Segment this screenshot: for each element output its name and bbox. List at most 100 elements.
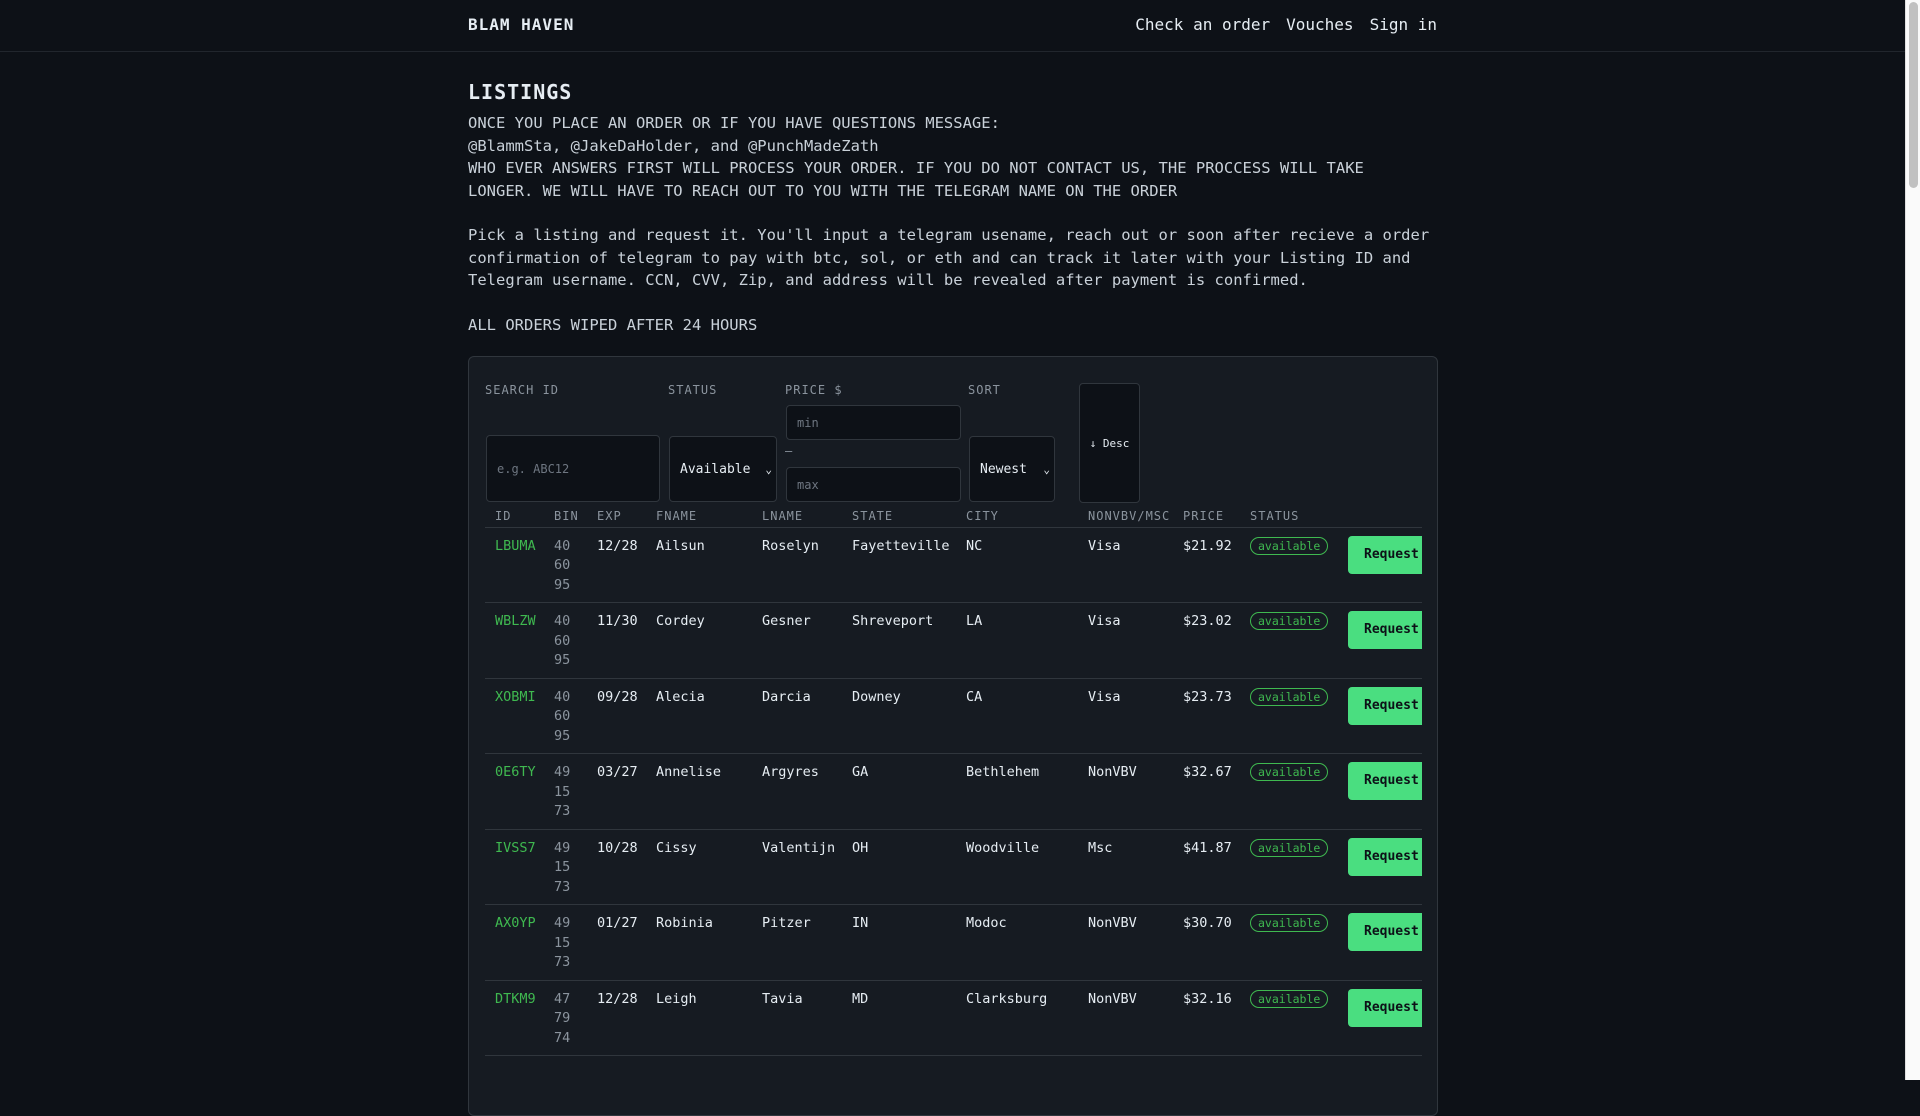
row-status-cell: available <box>1240 904 1338 981</box>
row-type: NonVBV <box>1078 753 1173 830</box>
row-id[interactable]: WBLZW <box>485 602 544 679</box>
row-type: NonVBV <box>1078 904 1173 981</box>
row-price: $23.02 <box>1173 602 1240 679</box>
row-city: Bethlehem <box>956 753 1078 830</box>
table-row: AX0YP 49 15 73 01/27 Robinia Pitzer IN Modoc NonV… <box>485 904 1422 981</box>
nav-sign-in[interactable]: Sign in <box>1370 15 1437 34</box>
row-bin-part: 95 <box>554 727 571 744</box>
intro-line-1: ONCE YOU PLACE AN ORDER OR IF YOU HAVE Q… <box>468 114 1000 132</box>
col-lname: LNAME <box>752 505 842 528</box>
row-fname: Robinia <box>646 904 752 981</box>
row-city: Woodville <box>956 829 1078 905</box>
request-button[interactable]: Request <box>1348 762 1422 800</box>
row-lname: Pitzer <box>752 904 842 981</box>
nav-vouches[interactable]: Vouches <box>1286 15 1353 34</box>
row-bin-part: 60 <box>554 557 571 573</box>
row-lname: Roselyn <box>752 527 842 603</box>
row-id[interactable]: LBUMA <box>485 527 544 603</box>
row-state: Downey <box>842 678 956 754</box>
row-state: Fayetteville <box>842 527 956 603</box>
row-city: CA <box>956 678 1078 754</box>
request-button[interactable]: Request <box>1348 686 1422 725</box>
status-badge: available <box>1250 612 1329 630</box>
status-badge: available <box>1250 536 1329 555</box>
scrollbar-thumb[interactable] <box>1909 2 1918 188</box>
top-nav: BLAM HAVEN Check an order Vouches Sign i… <box>0 0 1905 52</box>
row-action-cell: Request <box>1338 980 1422 1056</box>
row-price: $23.73 <box>1173 678 1240 754</box>
row-bin-part: 15 <box>554 859 571 875</box>
status-badge: available <box>1250 914 1329 932</box>
status-badge: available <box>1250 838 1329 857</box>
row-bin: 40 60 95 <box>544 678 587 754</box>
price-range-dash: — <box>785 444 793 458</box>
col-type: NONVBV/MSC <box>1078 505 1173 528</box>
status-select[interactable]: Available ⌄ <box>669 436 777 502</box>
listings-panel: SEARCH ID STATUS Available ⌄ PRICE $ — S… <box>468 356 1438 1116</box>
row-city: Modoc <box>956 904 1078 981</box>
page-scrollbar[interactable] <box>1905 0 1920 1080</box>
row-id[interactable]: AX0YP <box>485 904 544 981</box>
sort-select[interactable]: Newest ⌄ <box>969 436 1055 502</box>
row-id[interactable]: IVSS7 <box>485 829 544 905</box>
filter-bar: SEARCH ID STATUS Available ⌄ PRICE $ — S… <box>485 357 1425 507</box>
row-exp: 12/28 <box>587 980 646 1056</box>
row-lname: Darcia <box>752 678 842 754</box>
row-bin: 49 15 73 <box>544 753 587 830</box>
col-state: STATE <box>842 505 956 528</box>
search-input[interactable] <box>486 435 660 502</box>
request-button[interactable]: Request <box>1348 535 1422 574</box>
row-action-cell: Request <box>1338 753 1422 830</box>
col-exp: EXP <box>587 505 646 528</box>
row-price: $21.92 <box>1173 527 1240 603</box>
sort-direction-button[interactable]: ↓ Desc <box>1079 383 1140 503</box>
row-fname: Leigh <box>646 980 752 1056</box>
request-button[interactable]: Request <box>1348 837 1422 876</box>
sort-select-value: Newest <box>980 461 1027 477</box>
row-lname: Valentijn <box>752 829 842 905</box>
request-button[interactable]: Request <box>1348 988 1422 1027</box>
row-exp: 01/27 <box>587 904 646 981</box>
main-content: LISTINGS ONCE YOU PLACE AN ORDER OR IF Y… <box>468 52 1438 336</box>
intro-instructions: Pick a listing and request it. You'll in… <box>468 226 1430 289</box>
nav-links: Check an order Vouches Sign in <box>1135 15 1437 34</box>
row-bin-part: 95 <box>554 652 571 668</box>
intro-wipe-notice: ALL ORDERS WIPED AFTER 24 HOURS <box>468 315 758 334</box>
row-id[interactable]: DTKM9 <box>485 980 544 1056</box>
row-bin: 40 60 95 <box>544 527 587 603</box>
row-bin-part: 74 <box>554 1029 571 1046</box>
table-row: 0E6TY 49 15 73 03/27 Annelise Argyres GA Bethleh… <box>485 753 1422 830</box>
price-max-input[interactable] <box>786 467 961 502</box>
nav-check-order[interactable]: Check an order <box>1135 15 1270 34</box>
row-bin-part: 60 <box>554 708 571 724</box>
row-price: $41.87 <box>1173 829 1240 905</box>
row-type: Msc <box>1078 829 1173 905</box>
price-min-input[interactable] <box>786 405 961 440</box>
row-id[interactable]: XOBMI <box>485 678 544 754</box>
request-button[interactable]: Request <box>1348 913 1422 951</box>
col-city: CITY <box>956 505 1078 528</box>
row-bin: 49 15 73 <box>544 904 587 981</box>
col-action <box>1338 505 1422 528</box>
row-status-cell: available <box>1240 829 1338 905</box>
row-lname: Argyres <box>752 753 842 830</box>
row-type: Visa <box>1078 602 1173 679</box>
row-bin-part: 40 <box>554 613 571 629</box>
row-id[interactable]: 0E6TY <box>485 753 544 830</box>
brand-logo[interactable]: BLAM HAVEN <box>468 15 574 34</box>
row-city: NC <box>956 527 1078 603</box>
row-bin: 40 60 95 <box>544 602 587 679</box>
row-state: OH <box>842 829 956 905</box>
row-action-cell: Request <box>1338 678 1422 754</box>
request-button[interactable]: Request <box>1348 611 1422 649</box>
row-price: $32.67 <box>1173 753 1240 830</box>
status-label: STATUS <box>668 383 718 397</box>
table-row: WBLZW 40 60 95 11/30 Cordey Gesner Shreveport LA… <box>485 602 1422 679</box>
status-select-value: Available <box>680 461 751 477</box>
row-bin-part: 49 <box>554 839 571 856</box>
row-bin-part: 73 <box>554 878 571 895</box>
status-badge: available <box>1250 763 1329 781</box>
row-action-cell: Request <box>1338 602 1422 679</box>
row-status-cell: available <box>1240 527 1338 603</box>
row-bin-part: 73 <box>554 803 571 819</box>
